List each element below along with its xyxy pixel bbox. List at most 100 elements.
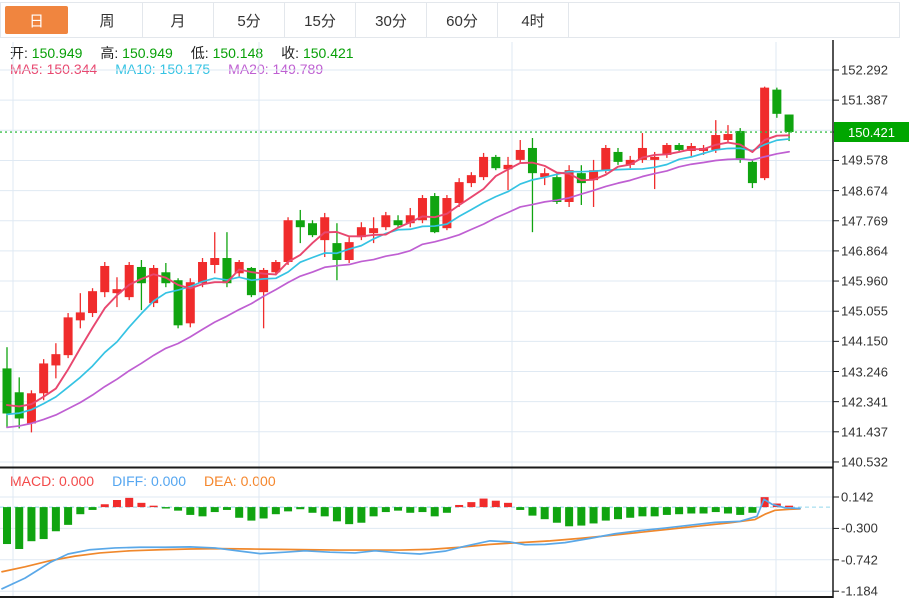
macd-histogram-bar [137, 502, 146, 508]
candle [295, 220, 305, 228]
candle [601, 147, 611, 171]
tab-label: 月 [170, 12, 186, 30]
macd-histogram-bar [430, 507, 439, 517]
macd-histogram-bar [3, 507, 11, 545]
tab-period-2[interactable]: 周 [72, 3, 143, 37]
candle [149, 267, 159, 304]
candle [283, 220, 293, 263]
macd-histogram-bar [161, 507, 170, 509]
tab-period-4[interactable]: 5分 [214, 3, 285, 37]
candle [320, 217, 330, 241]
macd-histogram-bar [467, 502, 476, 508]
macd-histogram-bar [210, 507, 219, 513]
y-axis-label: 145.055 [841, 303, 888, 319]
macd-histogram-bar [638, 507, 647, 517]
macd-histogram-bar [675, 507, 684, 515]
y-axis-label: 148.674 [841, 183, 888, 199]
candle [466, 175, 476, 184]
tab-label: 30分 [375, 12, 407, 30]
candle [760, 87, 770, 179]
macd-histogram-bar [308, 507, 317, 513]
macd-histogram-bar [15, 507, 24, 550]
y-axis-label: 145.960 [841, 273, 888, 289]
tab-label: 周 [99, 12, 115, 30]
macd-histogram-bar [479, 498, 488, 508]
tab-period-1[interactable]: 日 [1, 3, 72, 37]
candle [381, 215, 391, 228]
macd-histogram-bar [577, 507, 586, 526]
y-axis-label: 149.578 [841, 152, 888, 168]
candle [454, 182, 464, 203]
y-axis-label: 142.341 [841, 394, 888, 410]
macd-histogram-bar [589, 507, 598, 524]
macd-histogram-bar [394, 507, 403, 511]
macd-histogram-bar [39, 507, 48, 540]
macd-histogram-bar [516, 507, 525, 510]
macd-histogram-bar [711, 507, 720, 513]
macd-histogram-bar [284, 507, 293, 512]
macd-histogram-bar [174, 507, 183, 511]
macd-histogram-bar [259, 507, 268, 519]
macd-histogram-bar [369, 507, 378, 517]
macd-histogram-bar [76, 507, 85, 515]
candlestick-chart-canvas[interactable] [0, 40, 909, 602]
macd-histogram-bar [736, 507, 745, 515]
candle [747, 161, 757, 184]
macd-histogram-bar [100, 504, 109, 508]
macd-histogram-bar [406, 507, 415, 513]
macd-histogram-bar [345, 507, 354, 525]
candle [613, 151, 623, 162]
y-axis-label: 0.142 [841, 489, 874, 505]
macd-histogram-bar [723, 507, 732, 514]
candle [772, 89, 782, 114]
macd-histogram-bar [381, 507, 390, 513]
y-axis-label: -0.742 [841, 552, 878, 568]
macd-histogram-bar [149, 505, 158, 508]
macd-histogram-bar [112, 499, 121, 508]
candle [308, 223, 317, 236]
macd-histogram-bar [528, 507, 537, 516]
macd-histogram-bar [27, 507, 36, 542]
tab-period-8[interactable]: 4时 [498, 3, 569, 37]
y-axis-label: 151.387 [841, 92, 888, 108]
candle [210, 258, 220, 265]
macd-histogram-bar [748, 507, 757, 513]
candle [552, 177, 562, 203]
tab-label: 4时 [521, 12, 545, 30]
current-price-tag: 150.421 [834, 122, 909, 142]
macd-histogram-bar [601, 507, 610, 521]
macd-histogram-bar [296, 507, 305, 510]
candle [723, 134, 733, 141]
candle [75, 312, 85, 321]
tab-period-5[interactable]: 15分 [285, 3, 356, 37]
macd-histogram-bar [51, 507, 60, 532]
y-axis-label: 141.437 [841, 424, 888, 440]
macd-histogram-bar [565, 507, 574, 527]
candle [393, 220, 403, 226]
candle [674, 144, 684, 150]
macd-histogram-bar [699, 507, 708, 514]
candle [479, 156, 489, 178]
macd-histogram-bar [64, 507, 73, 525]
tab-label: 日 [5, 6, 68, 34]
chart-page: 日周月 5分 15分 30分 60分 4时 开: 150.949 高: 150.949 低: … [0, 0, 909, 602]
y-axis-label: 143.246 [841, 364, 888, 379]
tab-label: 15分 [304, 12, 336, 30]
macd-histogram-bar [552, 507, 561, 523]
candle [2, 368, 12, 414]
macd-histogram-bar [125, 497, 134, 508]
macd-histogram-bar [491, 500, 500, 508]
tab-period-3[interactable]: 月 [143, 3, 214, 37]
candle [711, 135, 721, 150]
macd-histogram-bar [785, 505, 794, 508]
macd-histogram-bar [235, 507, 244, 518]
y-axis-label: 152.292 [841, 62, 888, 78]
macd-histogram-bar [687, 507, 696, 514]
tab-period-6[interactable]: 30分 [356, 3, 427, 37]
candle [650, 156, 660, 160]
tab-period-7[interactable]: 60分 [427, 3, 498, 37]
y-axis-label: 144.150 [841, 333, 888, 349]
tabbar-filler [569, 3, 899, 37]
period-tabbar: 日 周 月 5分 15分 30分 60分 4时 [0, 2, 900, 38]
macd-histogram-bar [198, 507, 207, 517]
